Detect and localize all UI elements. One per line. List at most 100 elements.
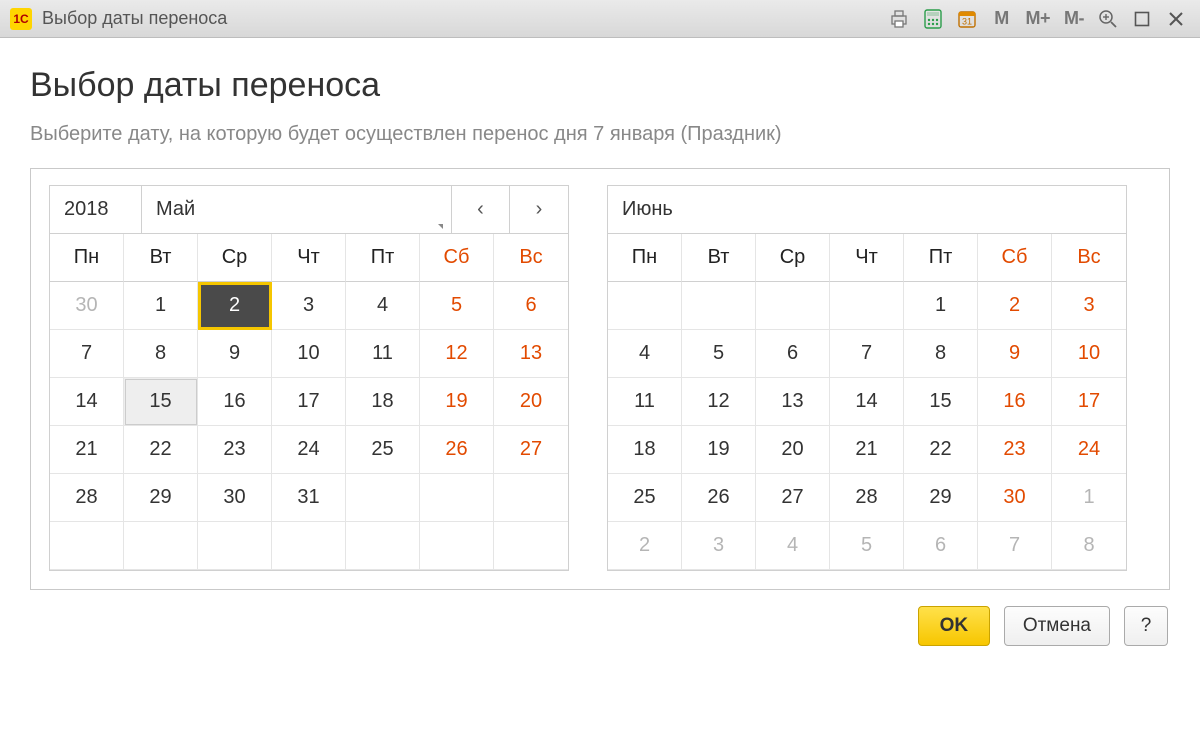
- calendar-grid: ПнВтСрЧтПтСбВс30123456789101112131415161…: [50, 234, 568, 570]
- help-button[interactable]: ?: [1124, 606, 1168, 646]
- calendar-day-cell[interactable]: 2: [608, 522, 682, 570]
- calendar-day-cell[interactable]: 12: [420, 330, 494, 378]
- calendar-day-cell[interactable]: 23: [198, 426, 272, 474]
- memory-m-button[interactable]: M: [987, 6, 1015, 32]
- calendar-day-cell[interactable]: 8: [1052, 522, 1126, 570]
- calendar-day-cell[interactable]: 24: [1052, 426, 1126, 474]
- calculator-icon[interactable]: [919, 6, 947, 32]
- calendar-day-cell[interactable]: 7: [978, 522, 1052, 570]
- calendar-header: Июнь: [608, 186, 1126, 234]
- calendar-day-cell[interactable]: 16: [198, 378, 272, 426]
- calendar-day-cell[interactable]: 28: [50, 474, 124, 522]
- calendar-day-cell[interactable]: 1: [124, 282, 198, 330]
- calendar-day-cell[interactable]: 30: [978, 474, 1052, 522]
- calendar-day-cell[interactable]: 22: [124, 426, 198, 474]
- calendar-day-cell[interactable]: 15: [904, 378, 978, 426]
- calendar-day-cell[interactable]: 18: [346, 378, 420, 426]
- zoom-in-icon[interactable]: [1094, 6, 1122, 32]
- calendar-day-cell[interactable]: 20: [494, 378, 568, 426]
- content-area: Выбор даты переноса Выберите дату, на ко…: [0, 38, 1200, 660]
- calendar-next-button[interactable]: ›: [510, 186, 568, 233]
- calendar-day-cell[interactable]: 17: [272, 378, 346, 426]
- cancel-button[interactable]: Отмена: [1004, 606, 1110, 646]
- calendar-day-cell[interactable]: 13: [756, 378, 830, 426]
- calendar-day-cell[interactable]: 25: [346, 426, 420, 474]
- calendar-day-cell[interactable]: 27: [756, 474, 830, 522]
- calendar-day-cell[interactable]: 23: [978, 426, 1052, 474]
- calendar-day-cell[interactable]: 4: [346, 282, 420, 330]
- calendar-day-cell[interactable]: 8: [904, 330, 978, 378]
- footer-buttons: OK Отмена ?: [30, 606, 1170, 646]
- calendar-header: 2018Май‹›: [50, 186, 568, 234]
- calendar-day-cell[interactable]: 12: [682, 378, 756, 426]
- calendar-day-cell[interactable]: 16: [978, 378, 1052, 426]
- calendar-day-cell[interactable]: 14: [830, 378, 904, 426]
- calendar-day-cell[interactable]: 20: [756, 426, 830, 474]
- calendar-day-cell[interactable]: 3: [1052, 282, 1126, 330]
- calendar-day-cell[interactable]: 25: [608, 474, 682, 522]
- calendar-day-cell[interactable]: 9: [978, 330, 1052, 378]
- calendar-day-cell[interactable]: 6: [904, 522, 978, 570]
- calendar-day-cell[interactable]: 27: [494, 426, 568, 474]
- calendar-day-cell[interactable]: 19: [682, 426, 756, 474]
- calendar-year[interactable]: 2018: [50, 186, 142, 233]
- svg-text:31: 31: [962, 16, 972, 26]
- calendar-day-cell[interactable]: 8: [124, 330, 198, 378]
- calendar-day-cell[interactable]: 30: [50, 282, 124, 330]
- calendar-day-cell[interactable]: 5: [420, 282, 494, 330]
- calendar-day-cell[interactable]: 26: [420, 426, 494, 474]
- calendar-month-selector[interactable]: Май: [142, 186, 452, 233]
- calendar-day-cell[interactable]: 6: [494, 282, 568, 330]
- calendar-day-cell[interactable]: 11: [346, 330, 420, 378]
- calendar-day-cell[interactable]: 2: [978, 282, 1052, 330]
- calendar-day-cell[interactable]: 13: [494, 330, 568, 378]
- calendar-day-cell[interactable]: 9: [198, 330, 272, 378]
- memory-mplus-button[interactable]: M+: [1021, 6, 1054, 32]
- calendar-day-cell[interactable]: 31: [272, 474, 346, 522]
- calendar-day-cell[interactable]: 10: [1052, 330, 1126, 378]
- calendar-day-cell[interactable]: 1: [1052, 474, 1126, 522]
- calendar-icon[interactable]: 31: [953, 6, 981, 32]
- print-icon[interactable]: [885, 6, 913, 32]
- memory-mminus-button[interactable]: M-: [1060, 6, 1088, 32]
- calendar-day-cell[interactable]: 7: [50, 330, 124, 378]
- calendar-day-cell[interactable]: 14: [50, 378, 124, 426]
- calendar-blank-cell: [420, 474, 494, 522]
- calendar-day-cell[interactable]: 5: [830, 522, 904, 570]
- calendar-day-cell[interactable]: 18: [608, 426, 682, 474]
- calendar-grid: ПнВтСрЧтПтСбВс12345678910111213141516171…: [608, 234, 1126, 570]
- close-icon[interactable]: [1162, 6, 1190, 32]
- calendar-day-cell[interactable]: 7: [830, 330, 904, 378]
- calendar-day-cell[interactable]: 29: [904, 474, 978, 522]
- calendar-day-cell[interactable]: 3: [272, 282, 346, 330]
- calendar-day-cell[interactable]: 15: [124, 378, 198, 426]
- calendar-dow-header: Вс: [494, 234, 568, 282]
- calendar-day-cell[interactable]: 22: [904, 426, 978, 474]
- calendar-day-cell[interactable]: 30: [198, 474, 272, 522]
- calendar-prev-button[interactable]: ‹: [452, 186, 510, 233]
- calendar-dow-header: Пн: [50, 234, 124, 282]
- calendar-day-cell[interactable]: 19: [420, 378, 494, 426]
- maximize-icon[interactable]: [1128, 6, 1156, 32]
- calendar-day-cell[interactable]: 24: [272, 426, 346, 474]
- calendar-day-cell[interactable]: 4: [608, 330, 682, 378]
- calendar-day-cell[interactable]: 29: [124, 474, 198, 522]
- app-logo-icon: 1C: [10, 8, 32, 30]
- calendar-day-cell[interactable]: 5: [682, 330, 756, 378]
- calendar-day-cell[interactable]: 4: [756, 522, 830, 570]
- calendar-day-cell[interactable]: 11: [608, 378, 682, 426]
- calendar-day-cell[interactable]: 26: [682, 474, 756, 522]
- calendar-day-cell[interactable]: 21: [830, 426, 904, 474]
- calendar-blank-cell: [124, 522, 198, 570]
- calendar-day-cell[interactable]: 21: [50, 426, 124, 474]
- calendar-dow-header: Пн: [608, 234, 682, 282]
- calendar-day-cell[interactable]: 17: [1052, 378, 1126, 426]
- calendar-day-cell[interactable]: 1: [904, 282, 978, 330]
- calendar-day-cell[interactable]: 10: [272, 330, 346, 378]
- calendar-day-cell[interactable]: 3: [682, 522, 756, 570]
- calendar-day-cell[interactable]: 28: [830, 474, 904, 522]
- ok-button[interactable]: OK: [918, 606, 990, 646]
- calendar-dow-header: Ср: [756, 234, 830, 282]
- calendar-day-cell[interactable]: 2: [198, 282, 272, 330]
- calendar-day-cell[interactable]: 6: [756, 330, 830, 378]
